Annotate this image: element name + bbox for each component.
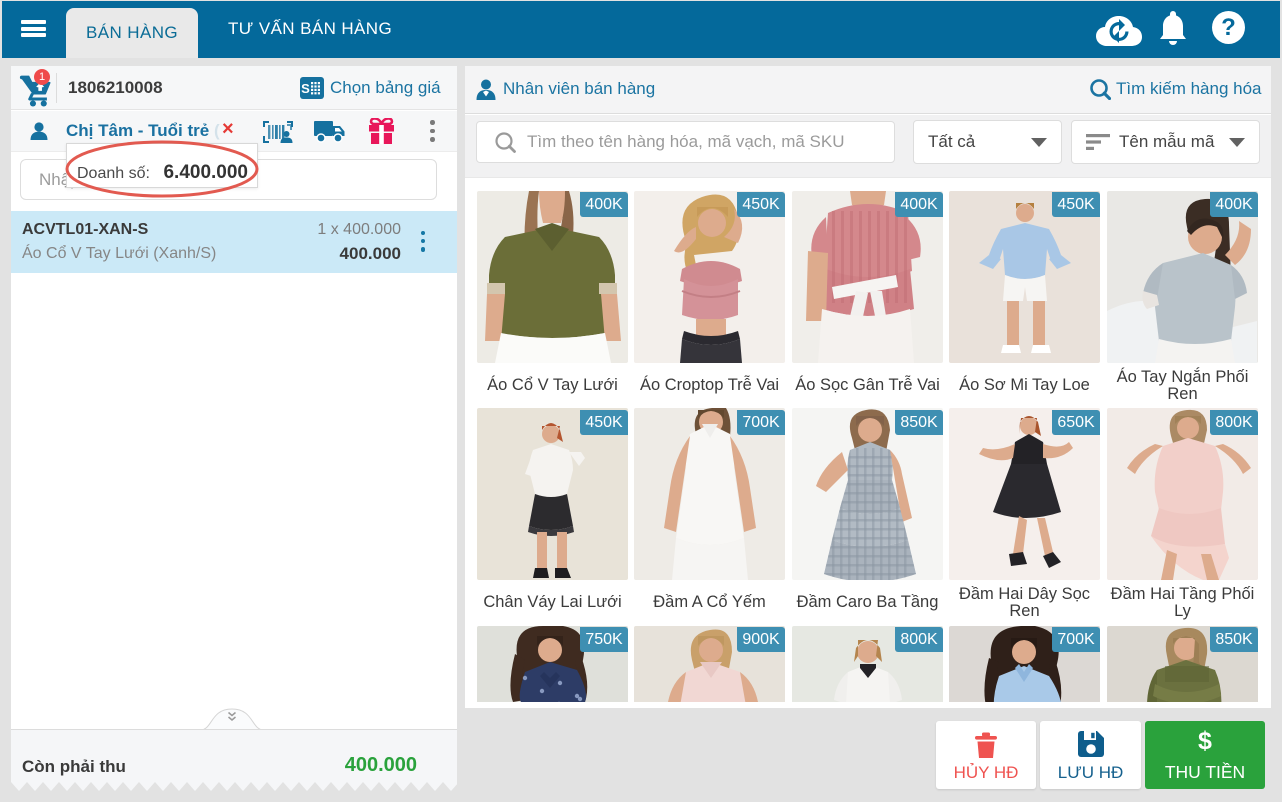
svg-text:S: S bbox=[301, 81, 310, 96]
